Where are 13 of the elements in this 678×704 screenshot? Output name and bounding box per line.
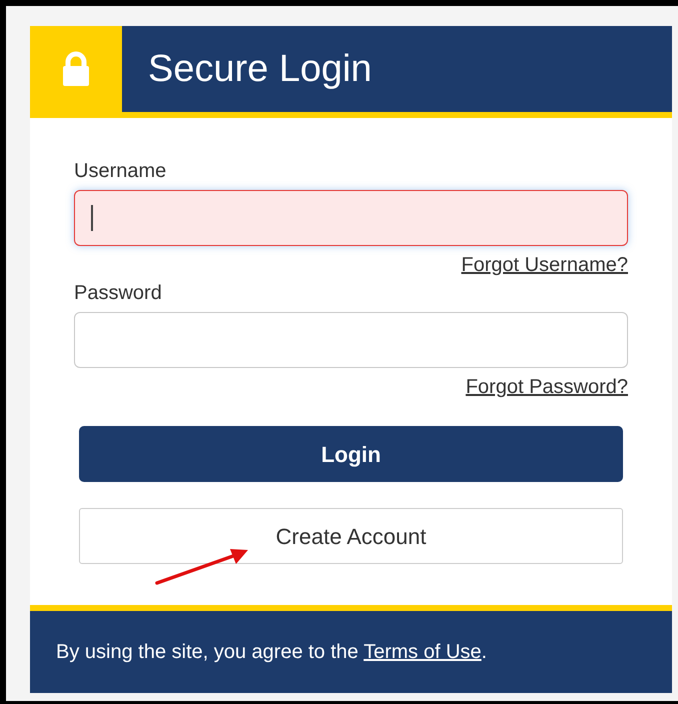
input-field[interactable] — [74, 312, 628, 368]
forgot-link[interactable]: Forgot Username? — [461, 252, 628, 278]
login-button[interactable]: Login — [79, 426, 623, 482]
terms-notice: By using the site, you agree to the Terms of Use. — [56, 640, 487, 665]
input-field[interactable] — [74, 190, 628, 246]
field-label: Password — [74, 281, 162, 306]
terms-link[interactable]: Terms of Use — [364, 641, 482, 663]
field-label: Username — [74, 159, 166, 184]
text-cursor — [91, 205, 92, 231]
lock-icon — [61, 51, 91, 87]
forgot-link[interactable]: Forgot Password? — [466, 374, 628, 400]
create-account-button[interactable]: Create Account — [79, 508, 623, 564]
page-title: Secure Login — [148, 50, 372, 88]
